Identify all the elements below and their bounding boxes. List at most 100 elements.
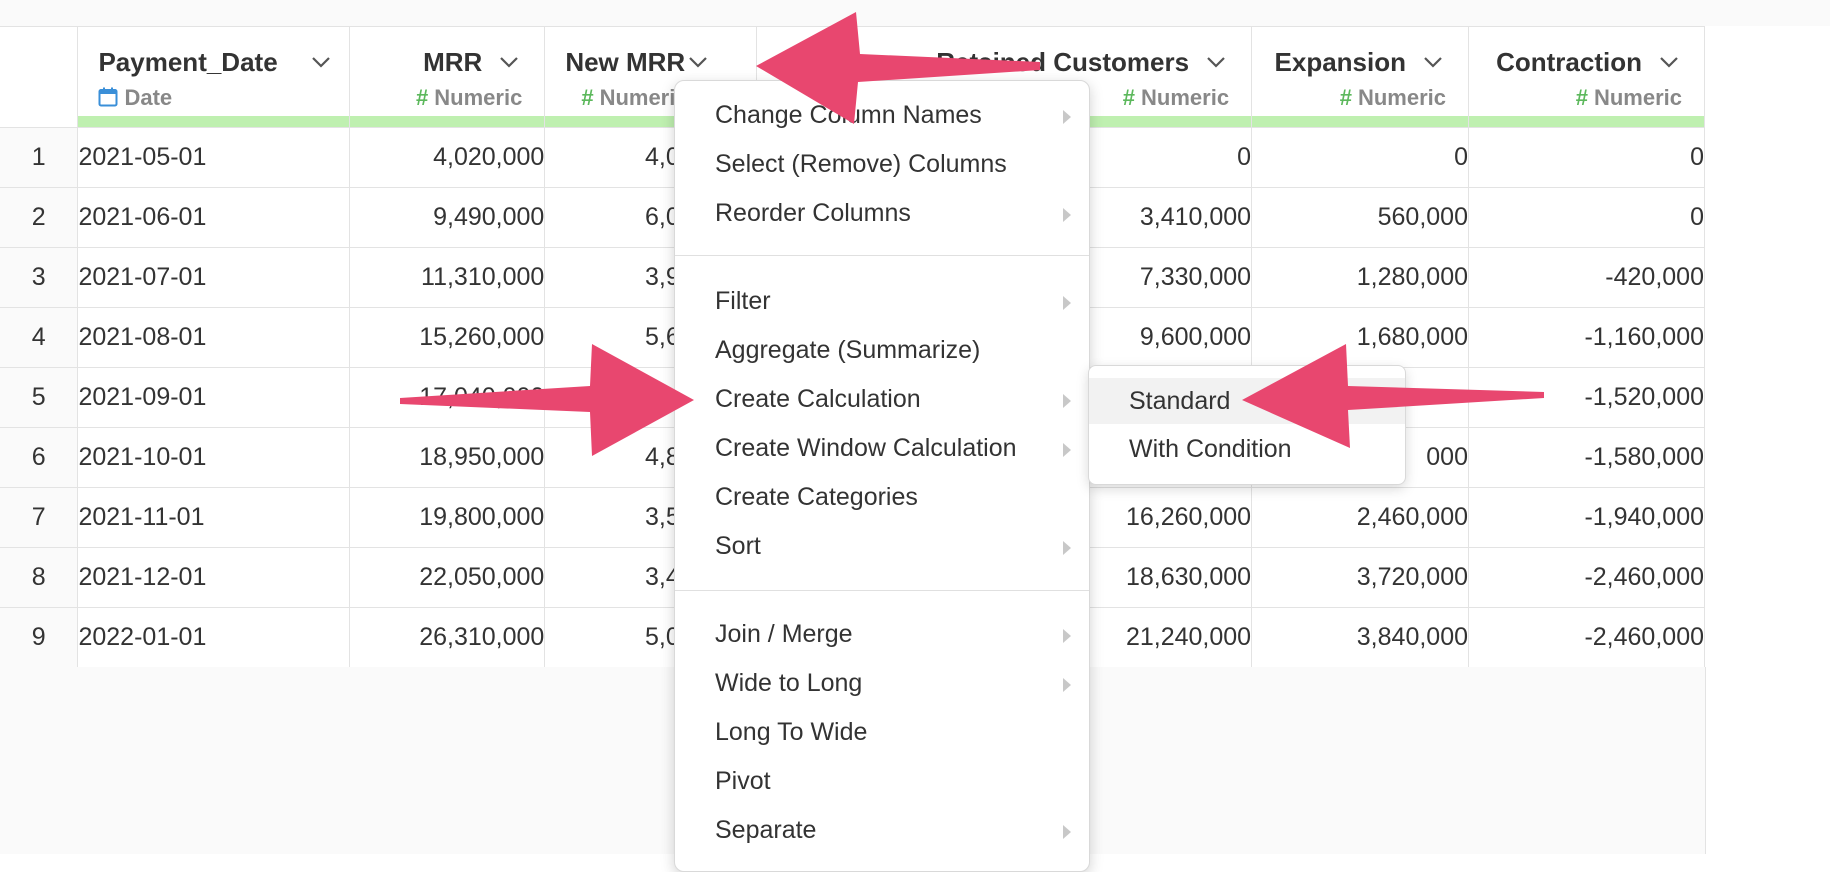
column-header-expansion[interactable]: Expansion # Numeric (1251, 27, 1469, 128)
submenu-arrow-icon (1063, 208, 1071, 222)
chevron-down-icon[interactable] (1656, 49, 1682, 75)
column-header-contraction[interactable]: Contraction # Numeric (1468, 27, 1705, 128)
cell-contraction[interactable]: -2,460,000 (1468, 607, 1705, 668)
chevron-down-icon[interactable] (685, 49, 711, 75)
hash-icon: # (416, 85, 429, 110)
hash-icon: # (1575, 85, 1588, 110)
cell-contraction[interactable]: -1,520,000 (1468, 367, 1705, 428)
menu-item-select-remove-columns[interactable]: Select (Remove) Columns (715, 150, 1007, 179)
cell-mrr[interactable]: 18,950,000 (349, 427, 546, 488)
cell-expansion[interactable]: 3,840,000 (1251, 607, 1469, 668)
menu-separator (675, 255, 1089, 256)
column-context-menu: Change Column Names Select (Remove) Colu… (674, 80, 1090, 872)
row-number: 7 (0, 487, 79, 548)
cell-expansion[interactable]: 3,720,000 (1251, 547, 1469, 608)
submenu-item-standard[interactable]: Standard (1089, 378, 1405, 424)
column-header-payment-date[interactable]: Payment_Date Date (77, 27, 351, 128)
hash-icon: # (581, 85, 594, 110)
row-number: 2 (0, 187, 79, 248)
hash-icon: # (1122, 85, 1136, 110)
calendar-icon (98, 87, 118, 107)
cell-payment-date[interactable]: 2021-11-01 (77, 487, 351, 548)
cell-mrr[interactable]: 17,040,000 (349, 367, 546, 428)
menu-item-create-categories[interactable]: Create Categories (715, 483, 918, 512)
menu-item-create-calculation[interactable]: Create Calculation (715, 385, 921, 414)
row-number: 6 (0, 427, 79, 488)
menu-item-create-window-calculation[interactable]: Create Window Calculation (715, 434, 1017, 463)
column-header-mrr[interactable]: MRR # Numeric (349, 27, 546, 128)
column-type: # Numeric (581, 85, 688, 110)
submenu-arrow-icon (1063, 394, 1071, 408)
cell-mrr[interactable]: 15,260,000 (349, 307, 546, 368)
cell-payment-date[interactable]: 2021-05-01 (77, 127, 351, 188)
column-type: # Numeric (1339, 85, 1446, 110)
cell-contraction[interactable]: 0 (1468, 127, 1705, 188)
cell-contraction[interactable]: -1,580,000 (1468, 427, 1705, 488)
cell-mrr[interactable]: 26,310,000 (349, 607, 546, 668)
cell-payment-date[interactable]: 2021-09-01 (77, 367, 351, 428)
top-strip (0, 0, 1830, 26)
submenu-arrow-icon (1063, 296, 1071, 310)
cell-contraction[interactable]: -1,940,000 (1468, 487, 1705, 548)
cell-payment-date[interactable]: 2021-10-01 (77, 427, 351, 488)
chevron-down-icon[interactable] (1203, 49, 1229, 75)
column-name: MRR (423, 47, 483, 77)
hash-icon: # (1339, 85, 1352, 110)
row-number: 5 (0, 367, 79, 428)
row-number: 4 (0, 307, 79, 368)
column-name: Expansion (1274, 47, 1406, 77)
menu-item-change-column-names[interactable]: Change Column Names (715, 101, 982, 130)
menu-item-wide-to-long[interactable]: Wide to Long (715, 669, 862, 698)
column-quality-bar (1469, 115, 1704, 127)
cell-contraction[interactable]: -420,000 (1468, 247, 1705, 308)
cell-expansion[interactable]: 0 (1251, 127, 1469, 188)
row-number: 8 (0, 547, 79, 608)
column-quality-bar (1252, 115, 1468, 127)
submenu-arrow-icon (1063, 678, 1071, 692)
submenu-arrow-icon (1063, 541, 1071, 555)
cell-mrr[interactable]: 11,310,000 (349, 247, 546, 308)
cell-contraction[interactable]: -2,460,000 (1468, 547, 1705, 608)
cell-payment-date[interactable]: 2021-08-01 (77, 307, 351, 368)
menu-item-reorder-columns[interactable]: Reorder Columns (715, 199, 911, 228)
cell-expansion[interactable]: 1,680,000 (1251, 307, 1469, 368)
cell-mrr[interactable]: 22,050,000 (349, 547, 546, 608)
menu-item-sort[interactable]: Sort (715, 532, 761, 561)
column-type: Date (98, 85, 172, 111)
column-type: # Numeric (1122, 85, 1230, 110)
row-number: 9 (0, 607, 79, 668)
submenu-arrow-icon (1063, 825, 1071, 839)
cell-payment-date[interactable]: 2021-12-01 (77, 547, 351, 608)
cell-mrr[interactable]: 4,020,000 (349, 127, 546, 188)
cell-mrr[interactable]: 9,490,000 (349, 187, 546, 248)
menu-item-aggregate[interactable]: Aggregate (Summarize) (715, 336, 980, 365)
cell-payment-date[interactable]: 2021-07-01 (77, 247, 351, 308)
cell-payment-date[interactable]: 2021-06-01 (77, 187, 351, 248)
column-type: # Numeric (1575, 85, 1682, 110)
column-name: Contraction (1496, 47, 1642, 77)
cell-mrr[interactable]: 19,800,000 (349, 487, 546, 548)
cell-payment-date[interactable]: 2022-01-01 (77, 607, 351, 668)
cell-expansion[interactable]: 1,280,000 (1251, 247, 1469, 308)
column-quality-bar (350, 115, 545, 127)
chevron-down-icon[interactable] (496, 49, 522, 75)
submenu-item-with-condition[interactable]: With Condition (1089, 426, 1405, 472)
menu-item-join-merge[interactable]: Join / Merge (715, 620, 853, 649)
column-quality-bar (78, 115, 350, 127)
column-type: # Numeric (416, 85, 523, 110)
cell-expansion[interactable]: 2,460,000 (1251, 487, 1469, 548)
cell-expansion[interactable]: 560,000 (1251, 187, 1469, 248)
row-number: 1 (0, 127, 79, 188)
row-number-header (0, 27, 79, 128)
column-name: Retained Customers (936, 47, 1190, 77)
cell-contraction[interactable]: -1,160,000 (1468, 307, 1705, 368)
chevron-down-icon[interactable] (1420, 49, 1446, 75)
chevron-down-icon[interactable] (308, 49, 334, 75)
cell-contraction[interactable]: 0 (1468, 187, 1705, 248)
column-name: Payment_Date (98, 47, 278, 77)
submenu-arrow-icon (1063, 110, 1071, 124)
menu-item-separate[interactable]: Separate (715, 816, 816, 845)
menu-item-filter[interactable]: Filter (715, 287, 771, 316)
menu-item-long-to-wide[interactable]: Long To Wide (715, 718, 867, 747)
menu-item-pivot[interactable]: Pivot (715, 767, 771, 796)
